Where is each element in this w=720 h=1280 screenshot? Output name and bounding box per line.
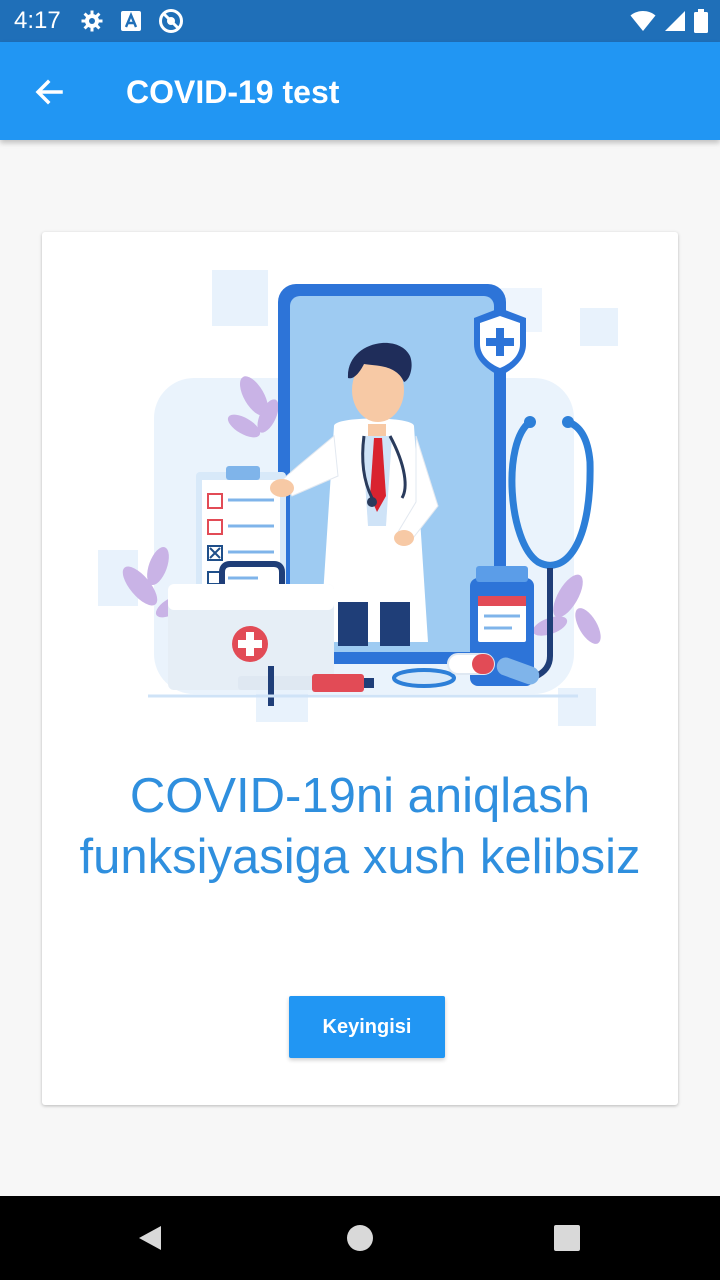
welcome-text: COVID-19ni aniqlash funksiyasiga xush ke… — [79, 769, 641, 884]
nav-back-button[interactable] — [128, 1216, 172, 1260]
wifi-icon — [630, 11, 656, 31]
page-title: COVID-19 test — [126, 74, 340, 110]
navigation-bar — [0, 1196, 720, 1280]
app-bar: COVID-19 test — [0, 42, 720, 140]
signal-icon — [665, 11, 685, 31]
nav-recents-button[interactable] — [545, 1216, 589, 1260]
battery-icon — [694, 9, 708, 33]
do-not-disturb-icon — [159, 9, 183, 33]
status-right-icons — [630, 8, 708, 34]
nav-home-button[interactable] — [338, 1216, 382, 1260]
back-triangle-icon — [139, 1226, 161, 1250]
settings-icon — [81, 10, 103, 32]
recents-square-icon — [554, 1225, 580, 1251]
status-left-icons — [80, 8, 184, 34]
arrow-back-icon — [35, 79, 63, 105]
status-time: 4:17 — [14, 7, 61, 34]
back-button[interactable] — [24, 67, 74, 117]
doctor-illustration — [98, 270, 618, 726]
welcome-card: COVID-19ni aniqlash funksiyasiga xush ke… — [42, 232, 678, 1105]
status-bar: 4:17 — [0, 0, 720, 42]
home-circle-icon — [347, 1225, 373, 1251]
font-a-icon — [121, 11, 141, 31]
next-button[interactable]: Keyingisi — [289, 996, 445, 1058]
